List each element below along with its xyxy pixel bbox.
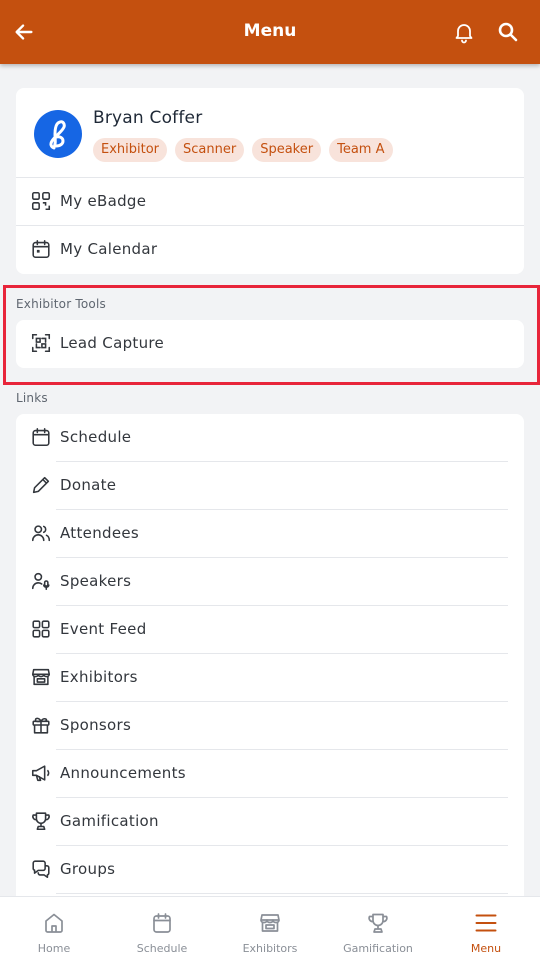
nav-tab-menu[interactable]: Menu	[432, 897, 540, 960]
gift-icon	[30, 714, 52, 736]
nav-label: Gamification	[343, 942, 413, 955]
link-announcements[interactable]: Announcements	[16, 750, 524, 798]
role-tags: Exhibitor Scanner Speaker Team A	[93, 138, 393, 162]
store-icon	[258, 911, 282, 935]
link-label: Donate	[60, 476, 117, 494]
link-label: Gamification	[60, 812, 159, 830]
bottom-navigation: Home Schedule Exhibitors Gamification Me…	[0, 896, 540, 960]
avatar[interactable]	[34, 110, 82, 158]
trophy-icon	[366, 911, 390, 935]
qr-scan-icon	[30, 332, 52, 354]
link-label: Sponsors	[60, 716, 132, 734]
link-label: Groups	[60, 860, 116, 878]
menu-item-label: My eBadge	[60, 192, 147, 210]
link-label: Announcements	[60, 764, 186, 782]
nav-label: Menu	[470, 942, 502, 955]
link-sponsors[interactable]: Sponsors	[16, 702, 524, 750]
link-label: Event Feed	[60, 620, 147, 638]
role-tag: Scanner	[175, 138, 245, 162]
megaphone-icon	[30, 762, 52, 784]
menu-item-my-ebadge[interactable]: My eBadge	[16, 178, 524, 226]
link-attendees[interactable]: Attendees	[16, 510, 524, 558]
store-icon	[30, 666, 52, 688]
nav-tab-exhibitors[interactable]: Exhibitors	[216, 897, 324, 960]
divider	[56, 893, 508, 894]
link-label: Attendees	[60, 524, 139, 542]
speaker-user-icon	[30, 570, 52, 592]
menu-item-lead-capture[interactable]: Lead Capture	[16, 320, 524, 368]
menu-icon	[474, 911, 498, 935]
calendar-icon	[30, 426, 52, 448]
bell-icon[interactable]	[452, 20, 476, 44]
role-tag: Speaker	[252, 138, 322, 162]
chat-bubbles-icon	[30, 858, 52, 880]
link-exhibitors[interactable]: Exhibitors	[16, 654, 524, 702]
nav-label: Exhibitors	[242, 942, 298, 955]
qr-code-icon	[30, 190, 52, 212]
nav-tab-home[interactable]: Home	[0, 897, 108, 960]
link-label: Exhibitors	[60, 668, 138, 686]
pencil-icon	[30, 474, 52, 496]
menu-item-my-calendar[interactable]: My Calendar	[16, 226, 524, 274]
section-title-exhibitor-tools: Exhibitor Tools	[16, 297, 106, 311]
link-label: Speakers	[60, 572, 132, 590]
trophy-icon	[30, 810, 52, 832]
search-icon[interactable]	[496, 20, 520, 44]
section-title-links: Links	[16, 391, 48, 405]
menu-item-label: Lead Capture	[60, 334, 165, 352]
home-icon	[42, 911, 66, 935]
link-gamification[interactable]: Gamification	[16, 798, 524, 846]
link-groups[interactable]: Groups	[16, 846, 524, 894]
calendar-icon	[30, 238, 52, 260]
nav-label: Home	[37, 942, 71, 955]
nav-tab-gamification[interactable]: Gamification	[324, 897, 432, 960]
nav-tab-schedule[interactable]: Schedule	[108, 897, 216, 960]
users-icon	[30, 522, 52, 544]
nav-label: Schedule	[136, 942, 188, 955]
links-card: Schedule Donate Attendees Speakers Event…	[16, 414, 524, 914]
role-tag: Team A	[329, 138, 393, 162]
calendar-icon	[150, 911, 174, 935]
profile-card: Bryan Coffer Exhibitor Scanner Speaker T…	[16, 88, 524, 274]
link-schedule[interactable]: Schedule	[16, 414, 524, 462]
link-speakers[interactable]: Speakers	[16, 558, 524, 606]
link-label: Schedule	[60, 428, 132, 446]
role-tag: Exhibitor	[93, 138, 168, 162]
link-event-feed[interactable]: Event Feed	[16, 606, 524, 654]
exhibitor-tools-card: Lead Capture	[16, 320, 524, 368]
top-app-bar: Menu	[0, 0, 540, 64]
user-name: Bryan Coffer	[93, 108, 203, 128]
link-donate[interactable]: Donate	[16, 462, 524, 510]
menu-item-label: My Calendar	[60, 240, 158, 258]
grid-icon	[30, 618, 52, 640]
